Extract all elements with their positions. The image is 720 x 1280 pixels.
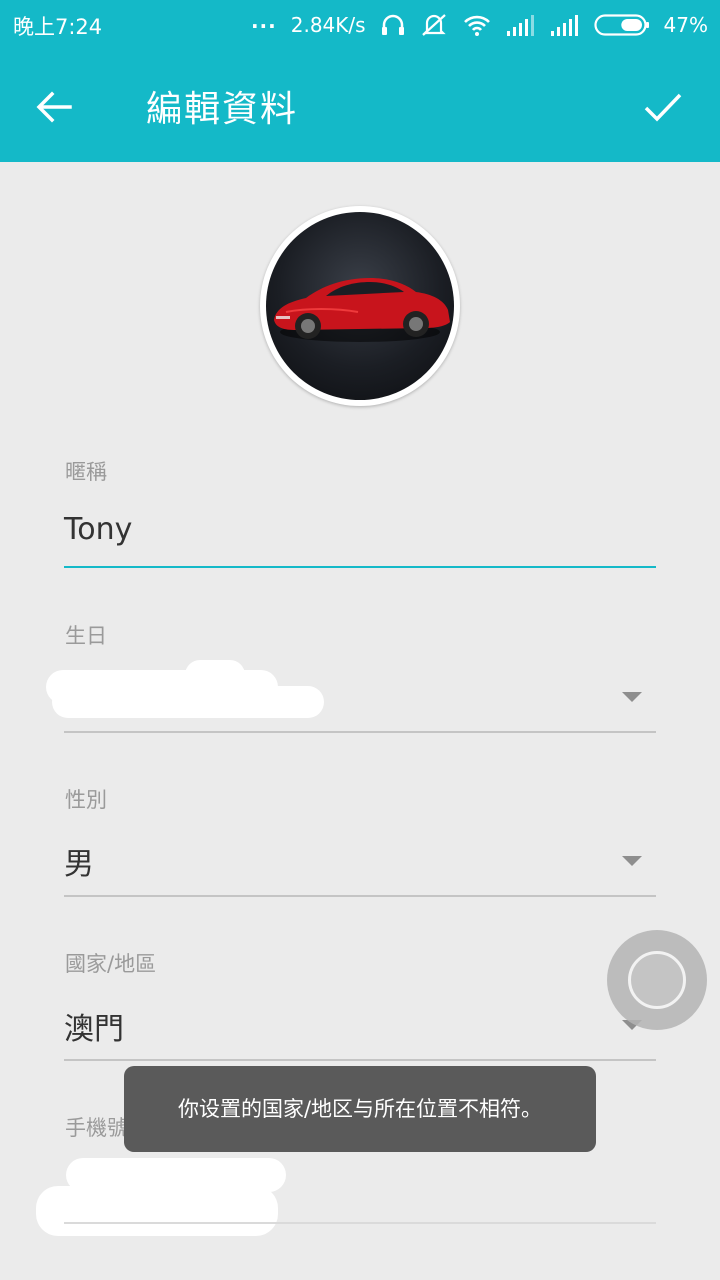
nickname-label: 暱稱 (65, 460, 107, 484)
silent-icon (420, 12, 448, 38)
birthday-label: 生日 (65, 624, 107, 648)
app-bar: 編輯資料 (0, 50, 720, 162)
birthday-redaction (52, 686, 324, 718)
headset-icon (380, 12, 406, 38)
save-button[interactable] (638, 84, 688, 130)
arrow-left-icon (36, 91, 72, 123)
phone-redaction (36, 1186, 278, 1236)
floating-assist-button[interactable] (607, 930, 707, 1030)
check-icon (644, 93, 682, 122)
region-underline (64, 1059, 656, 1061)
chevron-down-icon (622, 692, 642, 702)
birthday-underline (64, 731, 656, 733)
phone-label: 手機號 (65, 1116, 128, 1140)
avatar[interactable] (260, 206, 460, 406)
avatar-image (266, 212, 454, 400)
circle-icon (628, 951, 686, 1009)
nickname-underline (64, 566, 656, 568)
gender-select[interactable]: 男 (64, 839, 94, 883)
phone-underline (64, 1222, 656, 1224)
gender-label: 性別 (65, 788, 107, 812)
dots-indicator: ... (250, 9, 277, 33)
signal-icon (550, 14, 580, 36)
status-time: 晚上7:24 (13, 15, 103, 39)
birthday-redaction (185, 660, 245, 690)
battery-icon (593, 13, 650, 37)
region-select[interactable]: 澳門 (64, 1004, 124, 1048)
network-speed: 2.84K/s (290, 13, 366, 37)
toast-message: 你设置的国家/地区与所在位置不相符。 (124, 1066, 596, 1152)
car-image (274, 278, 450, 342)
wifi-icon (462, 13, 492, 37)
battery-percent: 47% (663, 13, 708, 37)
gender-underline (64, 895, 656, 897)
page-title: 編輯資料 (146, 89, 299, 130)
nickname-input[interactable]: Tony (64, 512, 132, 547)
chevron-down-icon (622, 856, 642, 866)
region-label: 國家/地區 (65, 952, 157, 976)
back-button[interactable] (30, 84, 80, 130)
status-icons: ... 2.84K/s 47% (250, 9, 708, 39)
signal-icon (506, 14, 536, 36)
status-bar: 晚上7:24 ... 2.84K/s 47% (0, 0, 720, 50)
